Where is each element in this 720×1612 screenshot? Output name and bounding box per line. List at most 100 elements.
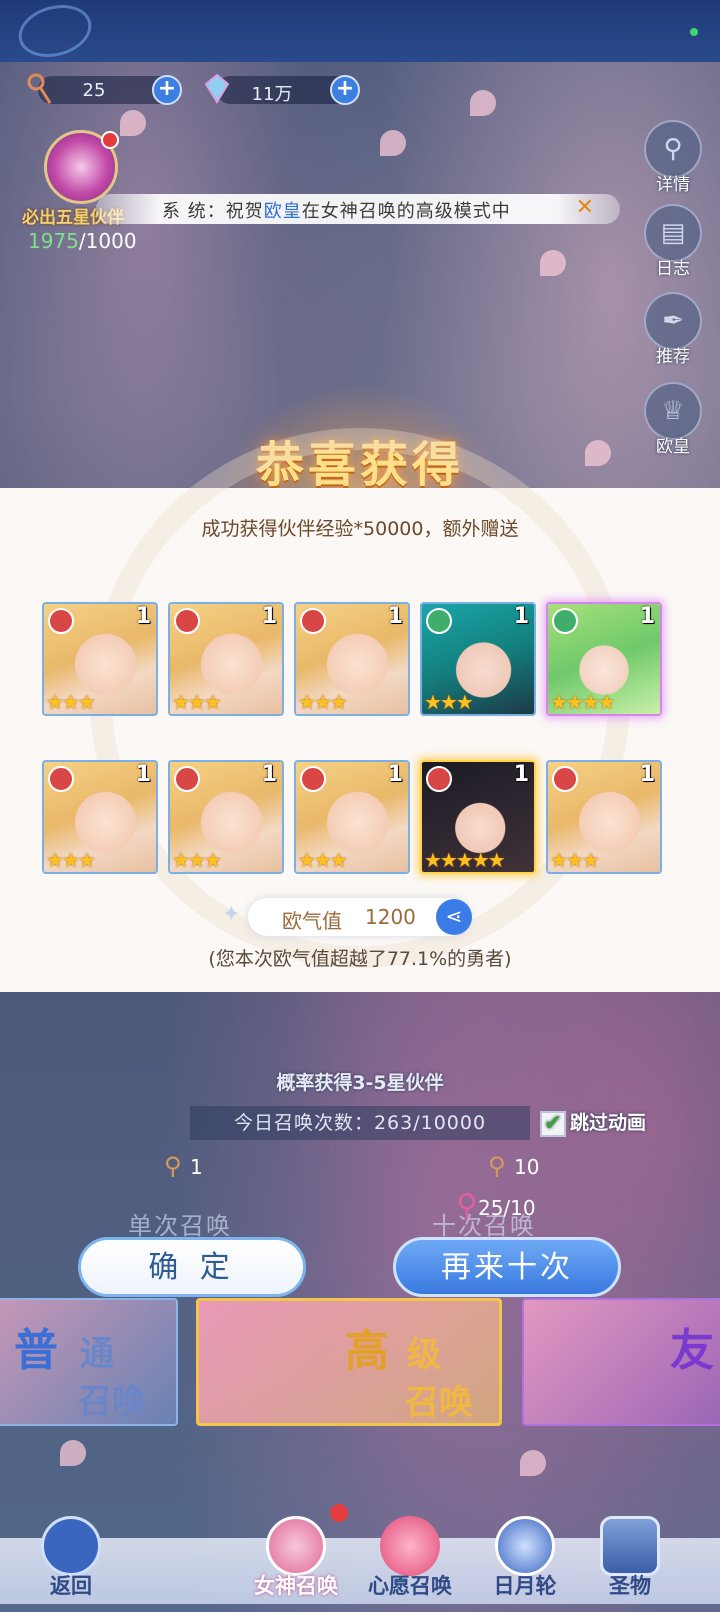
key-icon: ⚲ — [164, 1152, 182, 1180]
mode-char: 高 — [345, 1326, 389, 1377]
luck-note: (您本次欧气值超越了77.1%的勇者) — [208, 948, 512, 970]
cherry-petal — [120, 110, 146, 136]
partner-card[interactable]: 1 ★★★ — [294, 602, 410, 716]
owned-keys: ⚲25/10 — [456, 1188, 536, 1223]
log-label: 日志 — [656, 259, 690, 279]
nav-sunmoon-label: 日月轮 — [493, 1574, 557, 1598]
broadcast-prefix: 系 统：祝贺 — [162, 201, 264, 222]
add-keys-button[interactable]: + — [152, 75, 182, 105]
gem-resource: 11万 + — [204, 73, 360, 105]
partner-card[interactable]: 1 ★★★ — [42, 602, 158, 716]
details-button[interactable]: ⚲ 详情 — [642, 120, 704, 198]
skip-animation-label: 跳过动画 — [570, 1112, 647, 1134]
partner-level: 1 — [135, 604, 151, 629]
back-arrow-icon — [41, 1516, 101, 1576]
mode-char: 普 — [14, 1325, 58, 1376]
nav-goddess-label: 女神召唤 — [254, 1574, 338, 1598]
partner-card[interactable]: 1 ★★★ — [168, 602, 284, 716]
broadcast-suffix: 在女神召唤的高级模式中 — [301, 201, 511, 222]
owned-keys-value: 25/10 — [477, 1196, 536, 1220]
result-subtitle: 成功获得伙伴经验*50000，额外赠送 — [201, 518, 519, 540]
key-count: 25 — [82, 80, 106, 101]
star-rating: ★★★ — [172, 848, 222, 872]
nav-relic[interactable]: 圣物 — [596, 1516, 664, 1600]
star-rating: ★★★ — [550, 848, 600, 872]
cherry-petal — [380, 130, 406, 156]
normal-summon-mode[interactable]: 普 通 召唤 — [0, 1298, 178, 1426]
result-panel: 成功获得伙伴经验*50000，额外赠送 1 ★★★ 1 ★★★ 1 ★★★ 1 ★★★ 1 ★★★… — [0, 428, 720, 992]
add-gems-button[interactable]: + — [330, 75, 360, 105]
notification-dot — [101, 131, 119, 149]
mode-char: 级 — [407, 1335, 441, 1375]
broadcast-text: 系 统：祝贺欧皇在女神召唤的高级模式中 — [162, 197, 511, 223]
mode-char: 召唤 — [405, 1383, 473, 1423]
fire-element-icon — [174, 766, 200, 792]
cherry-petal — [540, 250, 566, 276]
bottom-navigation: 返回 女神召唤 心愿召唤 日月轮 圣物 — [0, 1468, 720, 1612]
probability-text: 概率获得3-5星伙伴 — [276, 1072, 444, 1094]
status-dot — [690, 28, 698, 36]
luck-label: 欧气值 — [282, 909, 342, 933]
nav-back[interactable]: 返回 — [36, 1516, 106, 1600]
star-rating: ★★★ — [172, 690, 222, 714]
partner-card[interactable]: 1 ★★★ — [42, 760, 158, 874]
partner-card[interactable]: 1 ★★★ — [294, 760, 410, 874]
nav-sun-moon-wheel[interactable]: 日月轮 — [482, 1516, 568, 1600]
fire-element-icon — [48, 766, 74, 792]
single-cost: ⚲ 1 — [164, 1152, 203, 1180]
luck-value-pill: 欧气值 1200 ⋖ — [248, 898, 472, 936]
partner-level: 1 — [513, 762, 529, 787]
partner-level: 1 — [639, 762, 655, 787]
broadcast-player: 欧皇 — [263, 201, 302, 222]
partner-card[interactable]: 1 ★★★ — [546, 760, 662, 874]
checkmark-icon[interactable]: ✔ — [540, 1110, 566, 1137]
nav-wish-summon[interactable]: 心愿召唤 — [356, 1516, 464, 1600]
goddess-portrait-icon — [266, 1516, 326, 1576]
sparkle-icon: ✦ — [222, 902, 241, 927]
advanced-summon-mode[interactable]: 高 级 召唤 — [196, 1298, 502, 1426]
nav-goddess-summon[interactable]: 女神召唤 — [242, 1504, 350, 1600]
ten-cost-value: 10 — [514, 1155, 540, 1179]
fire-element-icon — [300, 766, 326, 792]
close-icon[interactable]: ✕ — [576, 195, 594, 220]
fire-element-icon — [300, 608, 326, 634]
wind-element-icon — [426, 608, 452, 634]
log-button[interactable]: ▤ 日志 — [642, 204, 704, 282]
share-icon[interactable]: ⋖ — [436, 899, 472, 935]
nav-relic-label: 圣物 — [609, 1574, 651, 1598]
app-logo-icon — [12, 0, 98, 65]
cherry-petal — [60, 1440, 86, 1466]
recommend-label: 推荐 — [656, 347, 690, 367]
nav-wish-label: 心愿召唤 — [368, 1574, 452, 1598]
fire-element-icon — [426, 766, 452, 792]
details-label: 详情 — [656, 175, 690, 195]
partner-level: 1 — [387, 762, 403, 787]
mode-char: 通 — [80, 1334, 114, 1374]
partner-card[interactable]: 1 ★★★★ — [546, 602, 662, 716]
guarantee-progress: 1975/1000 — [28, 229, 137, 253]
fire-element-icon — [48, 608, 74, 634]
heart-icon — [380, 1516, 440, 1576]
single-summon-label: 单次召唤 — [128, 1212, 232, 1240]
partner-level: 1 — [639, 604, 655, 629]
partner-level: 1 — [387, 604, 403, 629]
star-rating: ★★★★★ — [424, 848, 506, 872]
top-bar — [0, 0, 720, 65]
partner-level: 1 — [261, 762, 277, 787]
partner-card[interactable]: 1 ★★★★★ — [420, 760, 536, 874]
guarantee-badge[interactable] — [44, 130, 119, 204]
partner-card[interactable]: 1 ★★★ — [420, 602, 536, 716]
star-rating: ★★★ — [46, 848, 96, 872]
recommend-button[interactable]: ✒ 推荐 — [642, 292, 704, 370]
star-rating: ★★★ — [298, 848, 348, 872]
partner-level: 1 — [135, 762, 151, 787]
skip-animation-toggle[interactable]: ✔ 跳过动画 — [540, 1108, 646, 1137]
luck-value: 1200 — [365, 905, 416, 929]
friend-summon-mode[interactable]: 友 — [522, 1298, 720, 1426]
nav-back-label: 返回 — [50, 1574, 92, 1598]
summon-ten-again-button[interactable]: 再来十次 — [393, 1237, 621, 1297]
mode-char: 友 — [670, 1325, 714, 1376]
single-cost-value: 1 — [190, 1155, 203, 1179]
confirm-button[interactable]: 确 定 — [78, 1237, 306, 1297]
partner-card[interactable]: 1 ★★★ — [168, 760, 284, 874]
